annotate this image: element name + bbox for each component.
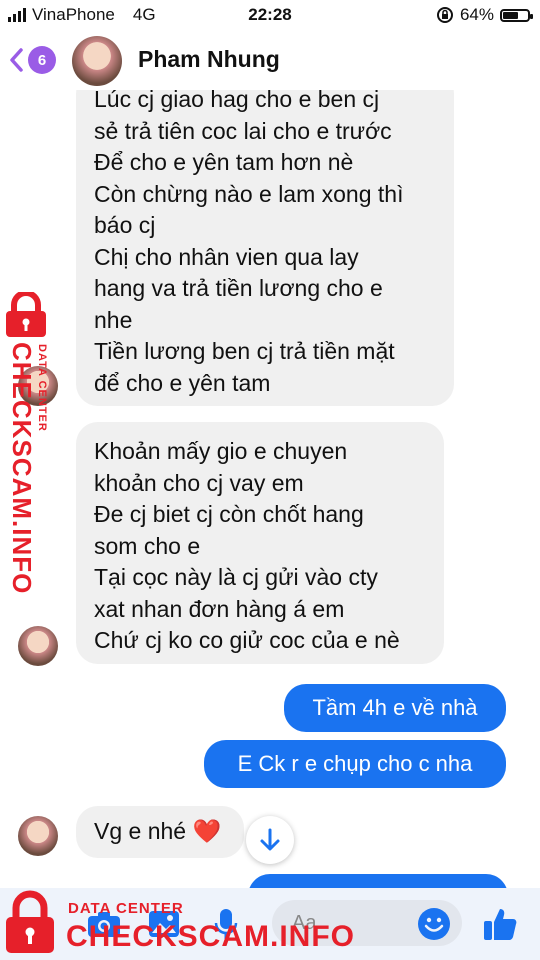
like-button[interactable] <box>482 906 518 942</box>
scroll-to-bottom-button[interactable] <box>246 816 294 864</box>
like-icon <box>484 909 517 940</box>
chevron-left-icon <box>10 48 23 72</box>
emoji-button[interactable] <box>416 906 452 942</box>
message-line: Còn chừng nào e lam xong thì <box>94 180 404 207</box>
contact-avatar[interactable] <box>72 36 122 86</box>
message-outgoing-1[interactable]: Tầm 4h e về nhà <box>284 684 506 732</box>
message-line: khoản cho cj vay em <box>94 469 304 496</box>
message-line: som cho e <box>94 532 201 559</box>
padlock-icon <box>6 890 54 953</box>
sender-avatar[interactable] <box>18 626 58 666</box>
back-button[interactable]: 6 <box>8 44 58 76</box>
message-line: để cho e yên tam <box>94 369 271 396</box>
message-line: Để cho e yên tam hơn nè <box>94 149 354 175</box>
watermark-bottom: DATA CENTER CHECKSCAM.INFO <box>4 886 354 960</box>
message-line: nhe <box>94 306 133 333</box>
watermark-side-big: CHECKSCAM.INFO <box>7 342 37 595</box>
message-line: hang va trả tiền lương cho e <box>94 275 383 301</box>
watermark-side: CHECKSCAM.INFO DATA CENTER <box>2 292 62 594</box>
message-incoming-1[interactable]: Lúc cj giao hag cho e ben cj sẻ trả tiên… <box>76 72 454 406</box>
unread-badge: 6 <box>28 46 56 74</box>
padlock-icon <box>6 292 46 337</box>
chat-header: 6 Pham Nhung <box>0 30 540 90</box>
message-line: Tại cọc này là cj gửi vào cty <box>94 564 378 590</box>
watermark-side-small: DATA CENTER <box>36 344 48 432</box>
message-text: E Ck r e chụp cho c nha <box>237 751 473 776</box>
arrow-down-icon <box>260 828 280 851</box>
contact-name[interactable]: Pham Nhung <box>138 46 280 73</box>
message-text: Tầm 4h e về nhà <box>312 695 478 720</box>
message-line: báo cj <box>94 212 156 238</box>
message-line: sẻ trả tiên coc lai cho e trước <box>94 117 392 144</box>
watermark-bottom-big: CHECKSCAM.INFO <box>66 920 355 953</box>
message-line: Chứ cj ko co giử coc của e nè <box>94 627 400 653</box>
message-line: xat nhan đơn hàng á em <box>94 595 345 622</box>
message-incoming-2[interactable]: Khoản mấy gio e chuyen khoản cho cj vay … <box>76 422 444 664</box>
message-line: Đe cj biet cj còn chốt hang <box>94 501 364 527</box>
message-outgoing-2[interactable]: E Ck r e chụp cho c nha <box>204 740 506 788</box>
message-text: Vg e nhé ❤️ <box>94 818 222 844</box>
watermark-bottom-small: DATA CENTER <box>68 900 184 917</box>
message-incoming-3[interactable]: Vg e nhé ❤️ <box>76 806 244 858</box>
message-line: Chị cho nhân vien qua lay <box>94 243 359 270</box>
sender-avatar[interactable] <box>18 816 58 856</box>
message-line: Khoản mấy gio e chuyen <box>94 438 348 464</box>
message-line: Tiền lương ben cj trả tiền mặt <box>94 338 395 364</box>
emoji-icon <box>418 908 450 940</box>
